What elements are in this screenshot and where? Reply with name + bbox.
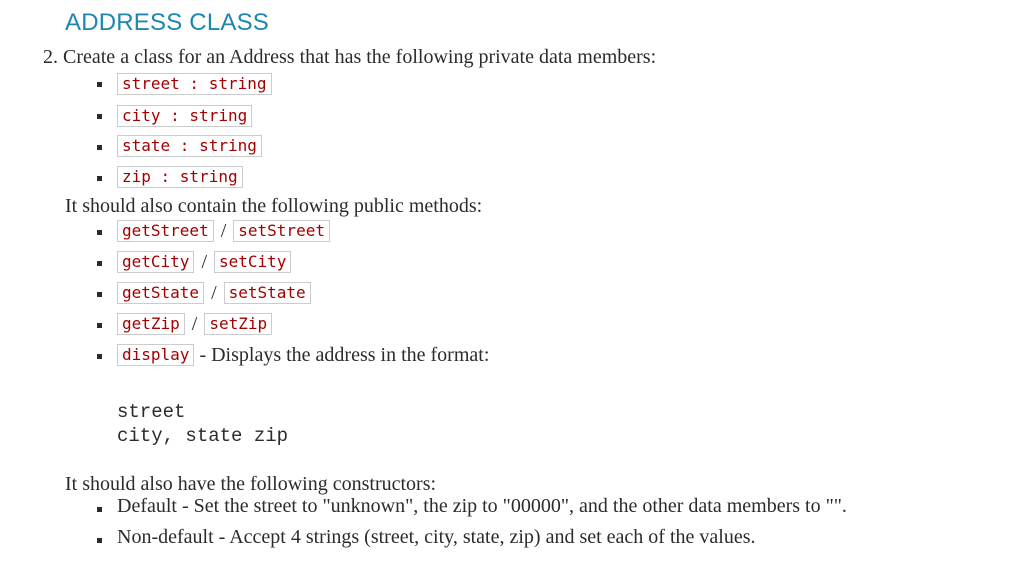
getter-code: getState: [117, 282, 205, 304]
format-line: street: [117, 401, 186, 423]
separator: /: [220, 219, 227, 242]
setter-code: setZip: [204, 313, 273, 335]
data-member-item: zip : string: [117, 165, 243, 189]
bullet-icon: [97, 145, 102, 150]
code-snippet: zip : string: [117, 166, 243, 188]
method-item: display - Displays the address in the fo…: [117, 343, 489, 367]
constructor-item: Non-default - Accept 4 strings (street, …: [117, 526, 756, 548]
setter-code: setStreet: [233, 220, 330, 242]
bullet-icon: [97, 507, 102, 512]
method-item: getStreet / setStreet: [117, 219, 330, 243]
bullet-icon: [97, 230, 102, 235]
intro-text: 2. Create a class for an Address that ha…: [43, 46, 657, 68]
separator: /: [211, 281, 217, 304]
setter-code: setCity: [214, 251, 292, 273]
methods-intro: It should also contain the following pub…: [65, 195, 483, 217]
data-member-item: street : string: [117, 72, 272, 96]
setter-code: setState: [223, 282, 311, 304]
code-snippet: city : string: [117, 105, 253, 127]
separator: /: [191, 312, 198, 335]
display-description: - Displays the address in the format:: [199, 343, 490, 366]
code-snippet: street : string: [117, 73, 272, 95]
bullet-icon: [97, 354, 102, 359]
data-member-item: city : string: [117, 104, 253, 128]
getter-code: getCity: [117, 251, 195, 273]
method-item: getCity / setCity: [117, 250, 292, 274]
getter-code: getStreet: [117, 220, 214, 242]
separator: /: [201, 250, 207, 273]
bullet-icon: [97, 261, 102, 266]
method-item: getState / setState: [117, 281, 311, 305]
code-snippet: state : string: [117, 135, 262, 157]
constructors-intro: It should also have the following constr…: [65, 473, 437, 495]
format-line: city, state zip: [117, 425, 289, 447]
bullet-icon: [97, 82, 102, 87]
getter-code: getZip: [117, 313, 185, 335]
bullet-icon: [97, 538, 102, 543]
constructor-item: Default - Set the street to "unknown", t…: [117, 495, 847, 517]
method-item: getZip / setZip: [117, 312, 273, 336]
bullet-icon: [97, 114, 102, 119]
data-member-item: state : string: [117, 134, 262, 158]
bullet-icon: [97, 323, 102, 328]
bullet-icon: [97, 176, 102, 181]
section-heading: ADDRESS CLASS: [65, 9, 269, 36]
bullet-icon: [97, 292, 102, 297]
display-code: display: [117, 344, 195, 366]
